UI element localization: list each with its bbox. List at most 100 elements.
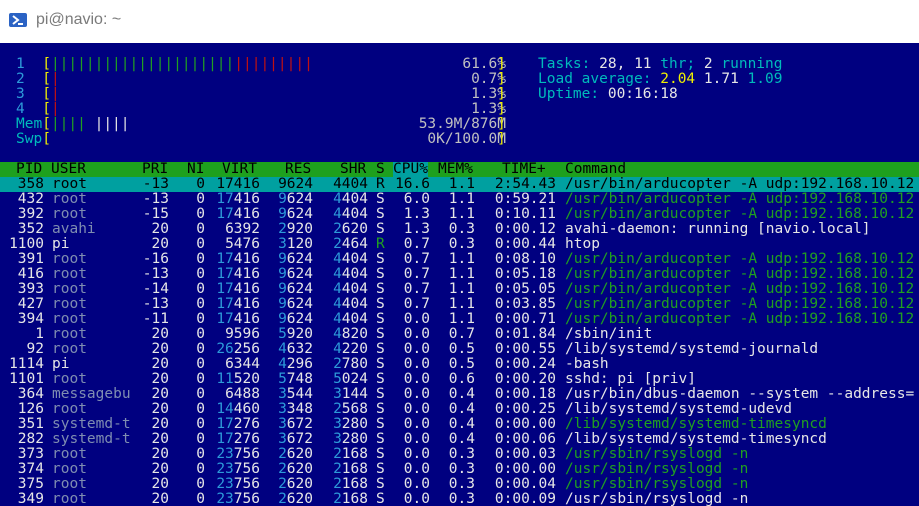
process-cmd: /usr/bin/arducopter -A udp:192.168.10.12	[565, 251, 915, 267]
process-row[interactable]: 375 root 20 0 23756 2620 2168 S 0.0 0.3 0:00.04/us…	[0, 477, 919, 492]
process-pid: 393	[17, 281, 44, 297]
process-row[interactable]: 364 messagebu 20 0 6488 3544 3144 S 0.0 0.4 0:00.1…	[0, 387, 919, 402]
process-mem: 0.5	[448, 341, 475, 357]
process-cpu: 0.0	[403, 326, 430, 342]
process-ni: 0	[196, 236, 205, 252]
cpu-meter-4: 4 [|	[16, 101, 60, 117]
col-res[interactable]: RES	[285, 162, 311, 177]
process-pid: 1100	[9, 236, 44, 252]
process-time: 0:00.71	[494, 311, 556, 327]
process-virt: 9596	[225, 326, 260, 342]
process-row[interactable]: 394 root -11 0 17416 9624 4404 S 0.0 1.1 0:00.71/u…	[0, 312, 919, 327]
process-row[interactable]: 392 root -15 0 17416 9624 4404 S 1.3 1.1 0:10.11/u…	[0, 207, 919, 222]
process-pri: -11	[142, 311, 169, 327]
process-pid: 1	[35, 326, 44, 342]
process-s: S	[376, 401, 385, 417]
process-ni: 0	[196, 176, 205, 192]
process-cpu: 0.0	[403, 431, 430, 447]
process-row[interactable]: 352 avahi 20 0 6392 2920 2620 S 1.3 0.3 0:00.12 ava…	[0, 222, 919, 237]
process-pid: 427	[17, 296, 44, 312]
process-cpu: 0.7	[403, 296, 430, 312]
process-ni: 0	[196, 296, 205, 312]
col-pid[interactable]: PID	[16, 162, 42, 177]
process-ni: 0	[196, 461, 205, 477]
process-time: 0:05.05	[494, 281, 556, 297]
process-pri: 20	[151, 236, 169, 252]
process-pid: 126	[17, 401, 44, 417]
process-mem: 0.3	[448, 476, 475, 492]
process-pri: 20	[151, 221, 169, 237]
process-shr: 4220	[333, 341, 368, 357]
col-cpu[interactable]: CPU%	[393, 162, 428, 177]
process-virt: 17276	[216, 416, 260, 432]
tasks-line: Tasks: 28, 11 thr; 2 running	[538, 56, 783, 72]
process-row[interactable]: 374 root 20 0 23756 2620 2168 S 0.0 0.3 0:00.00/us…	[0, 462, 919, 477]
process-row[interactable]: 1100 pi 20 0 5476 3120 2464 R 0.7 0.3 0:00.44 htop	[0, 237, 919, 252]
process-cpu: 16.6	[395, 176, 430, 192]
process-pid: 352	[17, 221, 44, 237]
process-s: R	[376, 236, 385, 252]
col-mem[interactable]: MEM%	[438, 162, 473, 177]
process-shr: 4404	[333, 176, 368, 192]
col-time[interactable]: TIME+	[502, 162, 546, 177]
col-user[interactable]: USER	[51, 162, 86, 177]
process-row[interactable]: 92 root 20 0 26256 4632 4220 S 0.0 0.5 0:00.55/lib…	[0, 342, 919, 357]
process-row[interactable]: 427 root -13 0 17416 9624 4404 S 0.7 1.1 0:03.85/u…	[0, 297, 919, 312]
process-pri: -15	[142, 206, 169, 222]
process-row[interactable]: 432 root -13 0 17416 9624 4404 S 6.0 1.1 0:59.21/u…	[0, 192, 919, 207]
process-res: 3672	[278, 431, 313, 447]
process-cmd: /usr/bin/arducopter -A udp:192.168.10.12	[565, 191, 915, 207]
process-row[interactable]: 373 root 20 0 23756 2620 2168 S 0.0 0.3 0:00.03/us…	[0, 447, 919, 462]
process-time: 0:01.84	[494, 326, 556, 342]
process-res: 5920	[278, 326, 313, 342]
col-pri[interactable]: PRI	[142, 162, 168, 177]
process-row[interactable]: 393 root -14 0 17416 9624 4404 S 0.7 1.1 0:05.05/u…	[0, 282, 919, 297]
process-row[interactable]: 358 root -13 0 17416 9624 4404 R 16.6 1.1 2:54.43 /…	[0, 177, 919, 192]
process-s: S	[376, 356, 385, 372]
process-res: 3544	[278, 386, 313, 402]
process-pid: 364	[17, 386, 44, 402]
process-res: 9624	[278, 281, 313, 297]
process-row[interactable]: 1 root 20 0 9596 5920 4820 S 0.0 0.7 0:01.84/sbin/…	[0, 327, 919, 342]
process-shr: 2620	[333, 221, 368, 237]
window-title: pi@navio: ~	[36, 11, 122, 28]
process-table-header[interactable]: PID USER PRI NI VIRT RES SHR S CPU% MEM%…	[0, 162, 919, 177]
process-pid: 416	[17, 266, 44, 282]
cpu-meter-value: 61.6%	[462, 56, 506, 72]
process-row[interactable]: 416 root -13 0 17416 9624 4404 S 0.7 1.1 0:05.18/u…	[0, 267, 919, 282]
process-row[interactable]: 126 root 20 0 14460 3348 2568 S 0.0 0.4 0:00.25/li…	[0, 402, 919, 417]
process-cpu: 0.7	[403, 251, 430, 267]
process-row[interactable]: 282 systemd-t 20 0 17276 3672 3280 S 0.0 0.4 0:00.…	[0, 432, 919, 447]
process-row[interactable]: 351 systemd-t 20 0 17276 3672 3280 S 0.0 0.4 0:00.…	[0, 417, 919, 432]
process-time: 0:59.21	[494, 191, 556, 207]
process-virt: 17416	[216, 191, 260, 207]
process-row[interactable]: 349 root 20 0 23756 2620 2168 S 0.0 0.3 0:00.09/us…	[0, 492, 919, 506]
process-ni: 0	[196, 386, 205, 402]
terminal-area[interactable]: 1 [|||||||||||||||||||||||||||||| 61.6%] 2…	[0, 43, 919, 506]
col-virt[interactable]: VIRT	[222, 162, 257, 177]
process-row[interactable]: 1114 pi 20 0 6344 4296 2780 S 0.0 0.5 0:00.24 -bash	[0, 357, 919, 372]
process-mem: 0.3	[448, 491, 475, 506]
process-s: S	[376, 326, 385, 342]
process-pri: 20	[151, 341, 169, 357]
process-row[interactable]: 1101 root 20 0 11520 5748 5024 S 0.0 0.6 0:00.20 ss…	[0, 372, 919, 387]
process-user: root	[52, 251, 87, 267]
process-time: 0:00.00	[494, 461, 556, 477]
process-mem: 0.7	[448, 326, 475, 342]
col-ni[interactable]: NI	[187, 162, 204, 177]
process-pid: 351	[17, 416, 44, 432]
load-average-line: Load average: 2.04 1.71 1.09	[538, 71, 783, 87]
process-cpu: 0.0	[403, 356, 430, 372]
process-virt: 17416	[216, 296, 260, 312]
process-user: root	[52, 401, 87, 417]
process-pid: 282	[17, 431, 44, 447]
process-cmd: /lib/systemd/systemd-udevd	[565, 401, 792, 417]
col-state[interactable]: S	[376, 162, 385, 177]
col-shr[interactable]: SHR	[340, 162, 366, 177]
process-user: systemd-t	[52, 431, 131, 447]
process-user: root	[52, 281, 87, 297]
process-time: 0:00.44	[494, 236, 556, 252]
process-row[interactable]: 391 root -16 0 17416 9624 4404 S 0.7 1.1 0:08.10/u…	[0, 252, 919, 267]
process-shr: 4404	[333, 251, 368, 267]
col-command[interactable]: Command	[565, 162, 626, 177]
